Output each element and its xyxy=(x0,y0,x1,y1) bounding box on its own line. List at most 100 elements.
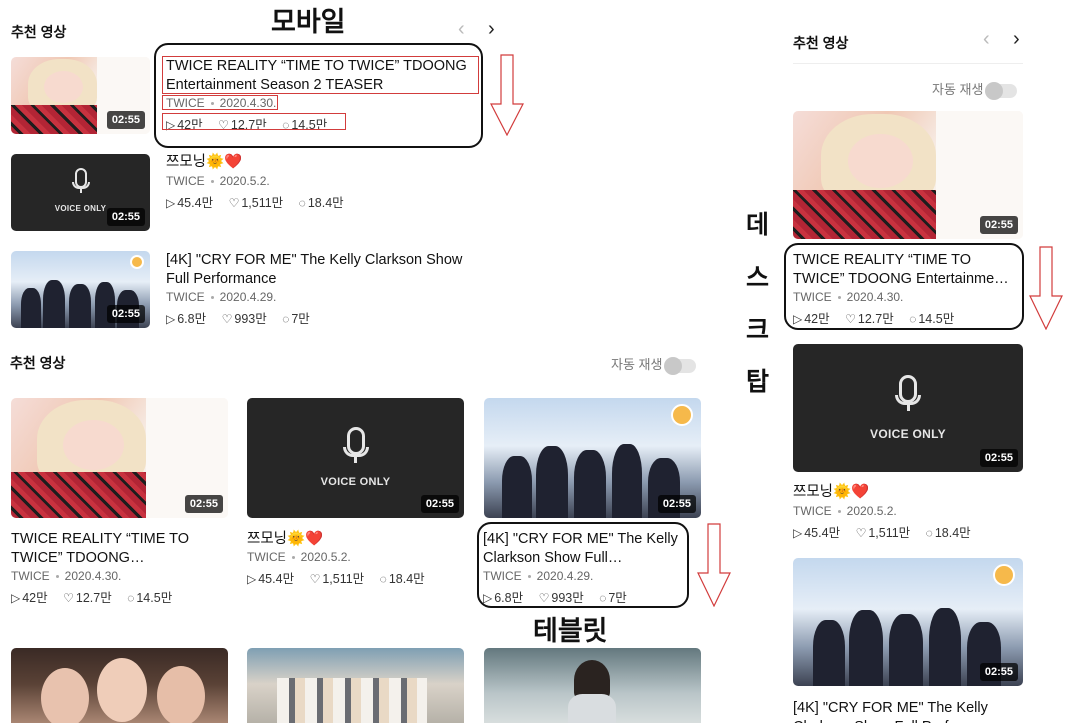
down-arrow-annotation-icon xyxy=(1029,246,1063,330)
comment-icon: ◌ xyxy=(298,196,306,210)
annotation-desktop-char-1: 데 xyxy=(746,210,770,239)
view-count: 45.4만 xyxy=(804,526,841,540)
video-thumbnail[interactable] xyxy=(11,648,228,723)
video-meta: TWICE 2020.4.30. xyxy=(11,569,121,583)
like-count: 12.7만 xyxy=(75,591,112,605)
channel-name[interactable]: TWICE xyxy=(166,290,205,304)
duration-badge: 02:55 xyxy=(420,495,459,513)
toggle-switch[interactable] xyxy=(985,81,1018,100)
play-icon: ▷ xyxy=(247,572,257,586)
down-arrow-annotation-icon xyxy=(697,523,731,607)
heart-icon: ♡ xyxy=(221,312,233,326)
annotation-desktop-char-3: 크 xyxy=(746,315,770,344)
video-thumbnail[interactable] xyxy=(247,648,464,723)
annotation-box-mobile xyxy=(154,43,483,148)
comment-icon: ◌ xyxy=(925,526,933,540)
annotation-mobile-label: 모바일 xyxy=(271,7,346,38)
video-title[interactable]: TWICE REALITY “TIME TO TWICE” TDOONG… xyxy=(11,530,221,568)
heart-icon: ♡ xyxy=(855,526,867,540)
like-count: 1,511만 xyxy=(868,526,911,540)
duration-badge: 02:55 xyxy=(106,208,145,226)
autoplay-toggle[interactable]: 자동 재생 xyxy=(932,79,1018,100)
comment-count: 18.4만 xyxy=(307,196,344,210)
video-title[interactable]: 쯔모닝🌞❤️ xyxy=(247,530,457,549)
duration-badge: 02:55 xyxy=(657,495,696,513)
like-count: 1,511만 xyxy=(322,572,365,586)
video-title[interactable]: [4K] "CRY FOR ME" The Kelly Clarkson Sho… xyxy=(166,251,486,289)
play-icon: ▷ xyxy=(166,312,176,326)
video-stats: ▷ 45.4만 ♡ 1,511만 ◌ 18.4만 xyxy=(247,568,425,587)
video-title[interactable]: 쯔모닝🌞❤️ xyxy=(166,153,466,172)
channel-name[interactable]: TWICE xyxy=(166,174,205,188)
voice-only-label: VOICE ONLY xyxy=(320,476,391,488)
annotation-desktop-char-2: 스 xyxy=(746,263,770,292)
emoji-icon xyxy=(671,404,693,426)
heart-icon: ♡ xyxy=(63,591,74,605)
video-meta: TWICE 2020.5.2. xyxy=(166,174,270,188)
emoji-icon xyxy=(130,255,144,269)
video-meta: TWICE 2020.5.2. xyxy=(793,504,897,518)
play-icon: ▷ xyxy=(793,526,803,540)
video-thumbnail[interactable]: 02:55 xyxy=(793,558,1023,686)
emoji-icon xyxy=(993,564,1015,586)
video-thumbnail[interactable]: VOICE ONLY 02:55 xyxy=(247,398,464,518)
heart-icon: ♡ xyxy=(309,572,321,586)
chevron-right-icon[interactable]: › xyxy=(488,19,495,39)
video-thumbnail[interactable]: 02:55 xyxy=(11,398,228,518)
down-arrow-annotation-icon xyxy=(490,54,524,136)
view-count: 45.4만 xyxy=(258,572,295,586)
upload-date: 2020.5.2. xyxy=(219,174,270,188)
channel-name[interactable]: TWICE xyxy=(793,504,832,518)
chevron-left-icon[interactable]: ‹ xyxy=(458,19,465,39)
video-thumbnail[interactable]: VOICE ONLY 02:55 xyxy=(11,154,150,231)
upload-date: 2020.4.29. xyxy=(219,290,277,304)
toggle-switch[interactable] xyxy=(664,356,697,375)
voice-only-label: VOICE ONLY xyxy=(870,427,946,441)
channel-name[interactable]: TWICE xyxy=(11,569,50,583)
video-meta: TWICE 2020.4.29. xyxy=(166,290,276,304)
video-thumbnail[interactable]: 02:55 xyxy=(11,57,150,134)
like-count: 1,511만 xyxy=(241,196,284,210)
tablet-section-title: 추천 영상 xyxy=(10,355,66,371)
comment-count: 7만 xyxy=(291,312,310,326)
annotation-desktop-char-4: 탑 xyxy=(746,367,770,396)
autoplay-toggle[interactable]: 자동 재생 xyxy=(611,354,697,375)
autoplay-label: 자동 재생 xyxy=(611,357,663,372)
video-thumbnail[interactable] xyxy=(484,648,701,723)
video-thumbnail[interactable]: 02:55 xyxy=(11,251,150,328)
annotation-box-desktop xyxy=(784,243,1024,330)
video-thumbnail[interactable]: 02:55 xyxy=(793,111,1023,239)
view-count: 45.4만 xyxy=(177,196,214,210)
duration-badge: 02:55 xyxy=(979,449,1018,467)
video-thumbnail[interactable]: 02:55 xyxy=(484,398,701,518)
video-stats: ▷ 42만 ♡ 12.7만 ◌ 14.5만 xyxy=(11,587,172,606)
channel-name[interactable]: TWICE xyxy=(247,550,286,564)
view-count: 42만 xyxy=(22,591,48,605)
video-stats: ▷ 45.4만 ♡ 1,511만 ◌ 18.4만 xyxy=(166,192,344,211)
duration-badge: 02:55 xyxy=(106,305,145,323)
duration-badge: 02:55 xyxy=(979,216,1018,234)
comment-count: 18.4만 xyxy=(388,572,425,586)
comment-icon: ◌ xyxy=(282,312,290,326)
heart-icon: ♡ xyxy=(228,196,240,210)
video-title[interactable]: [4K] "CRY FOR ME" The Kelly Clarkson Sho… xyxy=(793,699,1018,723)
desktop-section-title: 추천 영상 xyxy=(793,35,849,51)
autoplay-label: 자동 재생 xyxy=(932,82,984,97)
chevron-left-icon[interactable]: ‹ xyxy=(983,29,990,49)
video-thumbnail[interactable]: VOICE ONLY 02:55 xyxy=(793,344,1023,472)
comment-count: 14.5만 xyxy=(136,591,173,605)
chevron-right-icon[interactable]: › xyxy=(1013,29,1020,49)
video-stats: ▷ 45.4만 ♡ 1,511만 ◌ 18.4만 xyxy=(793,522,971,541)
upload-date: 2020.5.2. xyxy=(300,550,351,564)
duration-badge: 02:55 xyxy=(184,495,223,513)
video-title[interactable]: 쯔모닝🌞❤️ xyxy=(793,483,1018,502)
play-icon: ▷ xyxy=(11,591,21,605)
view-count: 6.8만 xyxy=(177,312,207,326)
comment-icon: ◌ xyxy=(127,591,135,605)
mobile-section-title: 추천 영상 xyxy=(11,24,67,40)
upload-date: 2020.4.30. xyxy=(64,569,122,583)
comment-icon: ◌ xyxy=(379,572,387,586)
like-count: 993만 xyxy=(234,312,267,326)
play-icon: ▷ xyxy=(166,196,176,210)
video-meta: TWICE 2020.5.2. xyxy=(247,550,351,564)
